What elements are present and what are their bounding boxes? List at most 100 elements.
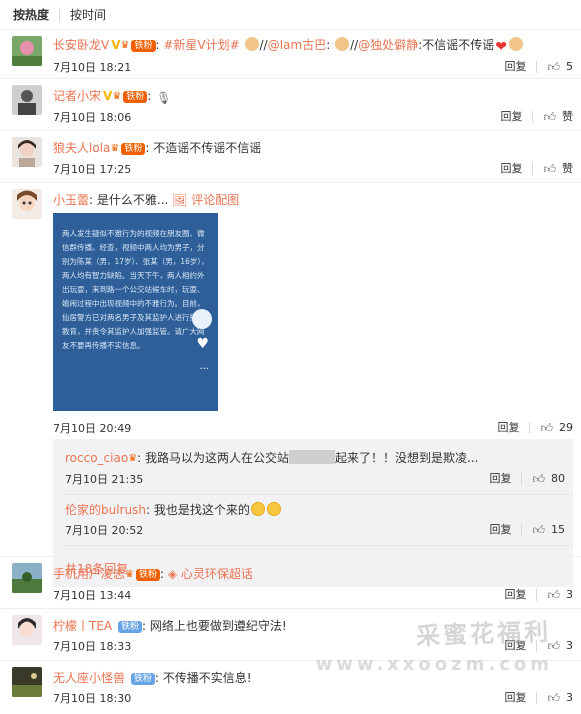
- divider: [532, 111, 534, 123]
- mention-link[interactable]: @Iam古巴: [268, 38, 327, 52]
- thumbs-up-icon[interactable]: 👍︎: [532, 468, 545, 490]
- text-segment: 是什么不雅...: [96, 193, 169, 207]
- fan-badge: 铁粉: [121, 143, 146, 155]
- fan-badge: 铁粉: [117, 621, 142, 633]
- text-segment: 我也是找这个来的: [153, 503, 250, 517]
- reply-time: 7月10日 21:35: [65, 473, 144, 486]
- thumbs-up-icon[interactable]: 👍︎: [547, 635, 560, 657]
- reply-button[interactable]: 回复: [500, 106, 522, 128]
- avatar[interactable]: [12, 36, 42, 66]
- sort-by-hot-tab[interactable]: 按热度: [13, 6, 49, 23]
- comment-text: 柠檬丨TEA 铁粉: 网络上也要做到遵纪守法!: [53, 619, 287, 633]
- avatar[interactable]: [12, 189, 42, 219]
- thumbs-up-icon[interactable]: 👍︎: [547, 687, 560, 709]
- like-label: 赞: [562, 110, 573, 123]
- reply-button[interactable]: 回复: [504, 584, 526, 606]
- reply-button[interactable]: 回复: [489, 519, 511, 541]
- text-segment: 我路马以为这两人在公交站: [145, 451, 290, 465]
- image-text: 两人发生疑似不雅行为的视频在朋友圈、微信群传播。经查，视频中两人均为男子，分别为…: [62, 229, 209, 350]
- crown-icon: ♛: [120, 40, 130, 51]
- fan-badge: 铁粉: [131, 40, 156, 52]
- comment-item: 长安卧龙V V♛ 铁粉: #新星V计划# //@Iam古巴: //@独处僻静:不信谣…: [0, 30, 581, 79]
- username[interactable]: 手机用户凌志: [53, 567, 125, 581]
- username[interactable]: 狼夫人lola: [53, 141, 110, 155]
- image-icon: 🖼︎: [172, 193, 188, 207]
- divider: [532, 163, 534, 175]
- crown-icon: ♛: [125, 569, 134, 580]
- verified-v-icon: V: [103, 89, 113, 103]
- verified-v-icon: V: [111, 38, 121, 52]
- username[interactable]: 伦家的bulrush: [65, 503, 146, 517]
- avatar[interactable]: [12, 85, 42, 115]
- reply-button[interactable]: 回复: [500, 158, 522, 180]
- reply-text: rocco_ciao♛: 我路马以为这两人在公交站 起来了！！没想到是欺凌...: [65, 443, 573, 468]
- like-count: 80: [551, 472, 565, 485]
- like-count: 3: [566, 691, 573, 704]
- username[interactable]: rocco_ciao: [65, 451, 128, 465]
- comment-image[interactable]: 两人发生疑似不雅行为的视频在朋友圈、微信群传播。经查，视频中两人均为男子，分别为…: [53, 213, 218, 411]
- username[interactable]: 柠檬丨TEA: [53, 619, 112, 633]
- comment-image-link[interactable]: 🖼︎ 评论配图: [172, 193, 239, 207]
- fan-badge: 铁粉: [135, 569, 160, 581]
- super-topic-link[interactable]: ◈ 心灵环保超话: [168, 567, 253, 581]
- divider: [536, 640, 538, 652]
- divider: [536, 61, 538, 73]
- crown-icon: ♛: [128, 453, 138, 464]
- comment-time: 7月10日 18:33: [53, 640, 132, 653]
- reply-button[interactable]: 回复: [504, 687, 526, 709]
- laugh-cry-emoji-icon: [250, 502, 265, 516]
- hand-emoji-icon: [508, 37, 523, 51]
- reply-button[interactable]: 回复: [497, 417, 519, 439]
- censored-mosaic: [289, 450, 336, 464]
- avatar[interactable]: [12, 563, 42, 593]
- reply-button[interactable]: 回复: [489, 468, 511, 490]
- text-segment: 不造谣不传谣不信谣: [153, 141, 262, 155]
- comment-time: 7月10日 18:30: [53, 692, 132, 705]
- heart-icon: ♥: [196, 336, 209, 352]
- comment-text: 无人座小怪兽 铁粉: 不传播不实信息!: [53, 671, 252, 685]
- divider: [59, 8, 61, 21]
- thumbs-up-icon[interactable]: 👍︎: [543, 106, 556, 128]
- fan-badge: 铁粉: [123, 91, 148, 103]
- comment-time: 7月10日 13:44: [53, 589, 132, 602]
- reply-text: 伦家的bulrush: 我也是找这个来的: [65, 495, 573, 519]
- divider: [536, 589, 538, 601]
- comment-item: 小玉蕾: 是什么不雅... 🖼︎ 评论配图 两人发生疑似不雅行为的视频在朋友圈、…: [0, 183, 581, 587]
- avatar[interactable]: [12, 667, 42, 697]
- username[interactable]: 长安卧龙V: [53, 38, 109, 52]
- crown-icon: ♛: [110, 143, 120, 154]
- like-count: 15: [551, 523, 565, 536]
- reply-button[interactable]: 回复: [504, 635, 526, 657]
- username[interactable]: 小玉蕾: [53, 193, 89, 207]
- avatar[interactable]: [12, 615, 42, 645]
- topic-link[interactable]: #新星V计划#: [163, 38, 239, 52]
- thumbs-up-icon[interactable]: 👍︎: [540, 417, 553, 439]
- username[interactable]: 无人座小怪兽: [53, 671, 125, 685]
- comment-time: 7月10日 18:06: [53, 111, 132, 124]
- thumbs-up-icon[interactable]: 👍︎: [532, 519, 545, 541]
- mention-link[interactable]: @独处僻静: [358, 38, 418, 52]
- comment-time: 7月10日 17:25: [53, 163, 132, 176]
- username[interactable]: 记者小宋: [53, 89, 101, 103]
- like-count: 3: [566, 639, 573, 652]
- comment-item: 记者小宋 V♛ 铁粉: 🎙︎ 7月10日 18:06 回复 👍︎ 赞: [0, 79, 581, 131]
- comment-text: 长安卧龙V V♛ 铁粉: #新星V计划# //@Iam古巴: //@独处僻静:不信谣…: [53, 30, 581, 56]
- reply-time: 7月10日 20:52: [65, 524, 144, 537]
- comment-item: 柠檬丨TEA 铁粉: 网络上也要做到遵纪守法! 7月10日 18:33 回复 👍…: [0, 609, 581, 661]
- thumbs-up-icon[interactable]: 👍︎: [547, 56, 560, 78]
- sort-by-time-tab[interactable]: 按时间: [70, 6, 106, 23]
- microphone-emoji-icon: 🎙︎: [156, 91, 172, 105]
- like-count: 5: [566, 60, 573, 73]
- reply-button[interactable]: 回复: [504, 56, 526, 78]
- app-logo-icon: [192, 309, 212, 329]
- avatar[interactable]: [12, 137, 42, 167]
- super-topic-icon: ◈: [167, 567, 178, 581]
- like-label: 赞: [562, 162, 573, 175]
- sort-bar: 按热度 按时间: [0, 0, 581, 30]
- thumbs-up-icon[interactable]: 👍︎: [543, 158, 556, 180]
- comment-text: 记者小宋 V♛ 铁粉: 🎙︎: [53, 89, 172, 105]
- comment-item: 手机用户凌志♛ 铁粉: ◈ 心灵环保超话 7月10日 13:44 回复 👍︎ 3: [0, 557, 581, 609]
- divider: [521, 473, 523, 485]
- comment-text: 手机用户凌志♛ 铁粉: ◈ 心灵环保超话: [53, 557, 581, 584]
- thumbs-up-icon[interactable]: 👍︎: [547, 584, 560, 606]
